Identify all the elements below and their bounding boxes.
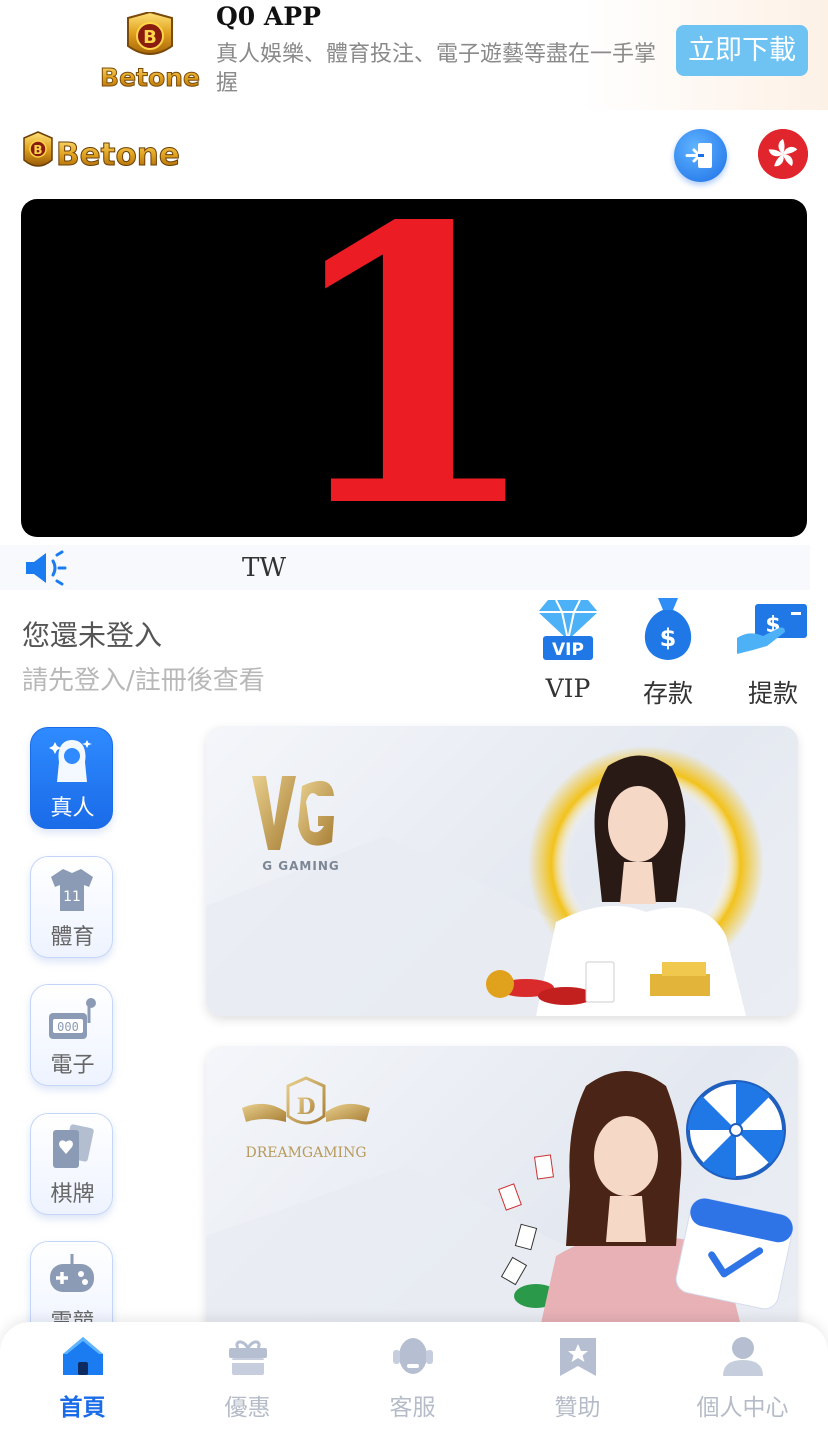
deposit-button[interactable]: $ 存款 <box>618 596 718 711</box>
language-selector[interactable] <box>758 129 808 179</box>
calendar-illustration <box>675 1197 794 1310</box>
nav-home[interactable]: 首頁 <box>0 1322 165 1430</box>
nav-promotions[interactable]: 優惠 <box>165 1322 330 1430</box>
nav-customer-service[interactable]: 客服 <box>330 1322 495 1430</box>
betone-logo[interactable]: B Betone <box>22 130 194 176</box>
nav-label: 優惠 <box>224 1395 271 1421</box>
live-casino-icon <box>49 740 92 782</box>
home-icon <box>63 1337 103 1375</box>
betone-app-logo: B Betone <box>100 12 200 92</box>
svg-text:DREAMGAMING: DREAMGAMING <box>245 1145 366 1161</box>
game-card-dream-gaming[interactable]: D DREAMGAMING <box>206 1046 798 1346</box>
category-label: 電子 <box>50 1053 95 1078</box>
dream-gaming-logo: D DREAMGAMING <box>242 1076 370 1161</box>
vip-diamond-icon: VIP <box>538 599 598 660</box>
nav-sponsor[interactable]: 贊助 <box>495 1322 660 1430</box>
playing-cards-icon <box>53 1124 94 1168</box>
category-live-casino[interactable]: 真人 <box>30 727 113 829</box>
withdraw-icon: $ <box>737 604 807 654</box>
nav-label: 客服 <box>389 1395 436 1421</box>
hero-banner[interactable]: 1 <box>21 199 807 537</box>
download-now-button[interactable]: 立即下載 <box>676 25 808 76</box>
speaker-icon <box>26 550 67 586</box>
svg-text:D: D <box>296 1094 315 1120</box>
svg-text:11: 11 <box>63 889 81 905</box>
bottom-navigation: 首頁 優惠 客服 贊助 個人中心 <box>0 1322 828 1430</box>
marquee-text: TW <box>242 553 287 583</box>
login-status-subtitle[interactable]: 請先登入/註冊後查看 <box>22 660 265 697</box>
customer-service-icon <box>393 1338 433 1374</box>
login-icon <box>685 143 712 168</box>
user-icon <box>723 1337 763 1376</box>
category-slots[interactable]: 000 電子 <box>30 984 113 1086</box>
svg-text:$: $ <box>660 624 677 652</box>
game-card-vg-gaming[interactable]: G GAMING <box>206 726 798 1016</box>
category-label: 棋牌 <box>50 1182 95 1207</box>
category-label: 真人 <box>50 796 95 821</box>
category-card-games[interactable]: 棋牌 <box>30 1113 113 1215</box>
gamepad-icon <box>50 1254 94 1292</box>
nav-label: 個人中心 <box>696 1395 789 1421</box>
category-sports[interactable]: 11 體育 <box>30 856 113 958</box>
login-status-title[interactable]: 您還未登入 <box>22 614 162 654</box>
category-label: 體育 <box>50 925 95 950</box>
deposit-label: 存款 <box>642 679 693 708</box>
announcement-marquee[interactable]: TW <box>0 545 810 590</box>
app-banner-title: Q0 APP <box>216 2 321 31</box>
gift-icon <box>229 1340 267 1375</box>
svg-text:B: B <box>143 27 157 48</box>
app-download-banner: B Betone Q0 APP 真人娛樂、體育投注、電子遊藝等盡在一手掌握 立即… <box>0 0 828 110</box>
nav-label: 首頁 <box>59 1395 106 1421</box>
jersey-icon: 11 <box>51 869 93 911</box>
vip-button[interactable]: VIP VIP <box>518 596 618 711</box>
svg-text:G GAMING: G GAMING <box>262 859 339 873</box>
svg-text:B: B <box>33 143 42 157</box>
hero-digit: 1 <box>279 199 543 537</box>
svg-text:Betone: Betone <box>56 137 180 173</box>
site-header: B Betone <box>0 110 828 196</box>
prize-wheel-illustration <box>686 1080 786 1180</box>
sponsor-icon <box>560 1338 596 1376</box>
nav-profile[interactable]: 個人中心 <box>660 1322 825 1430</box>
app-banner-description: 真人娛樂、體育投注、電子遊藝等盡在一手掌握 <box>216 42 657 96</box>
hong-kong-flag-icon <box>758 129 808 179</box>
money-bag-icon: $ <box>644 598 692 660</box>
login-button[interactable] <box>674 129 727 182</box>
svg-text:Betone: Betone <box>100 63 200 92</box>
svg-text:000: 000 <box>57 1020 79 1034</box>
nav-label: 贊助 <box>554 1395 601 1421</box>
withdraw-label: 提款 <box>747 679 798 708</box>
vg-gaming-logo: G GAMING <box>252 776 339 873</box>
slot-machine-icon: 000 <box>49 998 96 1039</box>
svg-text:VIP: VIP <box>552 640 584 660</box>
withdraw-button[interactable]: $ 提款 <box>723 596 823 711</box>
vip-label: VIP <box>545 674 591 703</box>
